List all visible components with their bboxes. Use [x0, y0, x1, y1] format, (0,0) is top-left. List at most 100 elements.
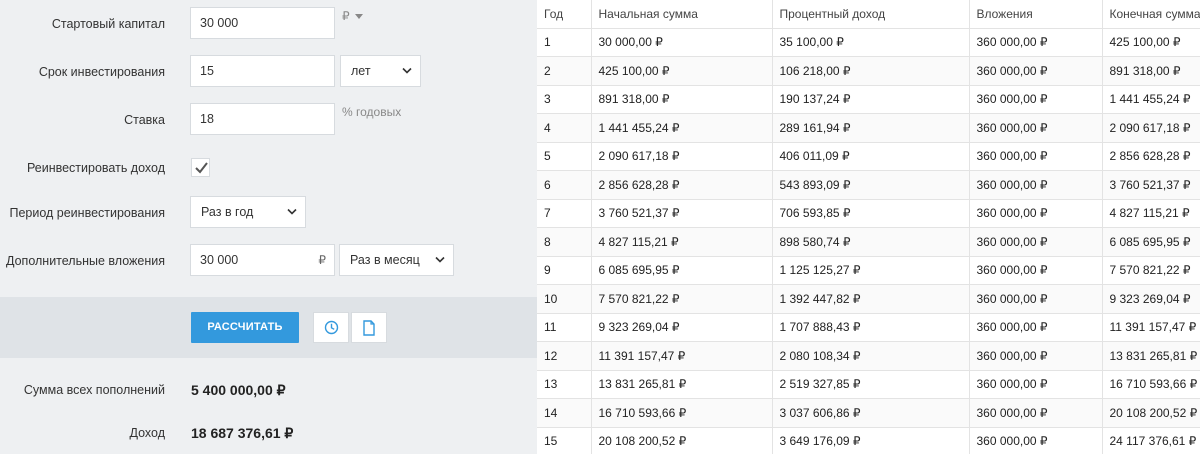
table-row: 12 11 391 157,47 ₽2 080 108,34 ₽360 000,0…: [537, 341, 1200, 371]
table-cell: 360 000,00 ₽: [969, 427, 1103, 454]
table-cell: 2 519 327,85 ₽: [772, 370, 970, 399]
table-cell: 13 831 265,81 ₽: [1102, 341, 1200, 371]
table-cell: 3 649 176,09 ₽: [772, 427, 970, 454]
additional-currency: ₽: [318, 253, 326, 267]
rate-row: Ставка 18 % годовых: [0, 103, 537, 137]
column-header: Процентный доход: [772, 0, 970, 29]
reinvest-period-select[interactable]: Раз в год: [190, 196, 306, 228]
history-button[interactable]: [313, 312, 349, 343]
currency-selector[interactable]: ₽: [342, 9, 363, 23]
column-header: Конечная сумма: [1102, 0, 1200, 29]
table-cell: 8: [537, 227, 592, 257]
additional-period-select[interactable]: Раз в месяц: [339, 244, 454, 276]
table-cell: 360 000,00 ₽: [969, 85, 1103, 114]
table-cell: 190 137,24 ₽: [772, 85, 970, 114]
caret-down-icon: [354, 13, 363, 19]
table-cell: 16 710 593,66 ₽: [1102, 370, 1200, 399]
table-cell: 1 441 455,24 ₽: [1102, 85, 1200, 114]
table-cell: 2 856 628,28 ₽: [591, 170, 773, 200]
table-cell: 7 570 821,22 ₽: [591, 284, 773, 314]
table-cell: 360 000,00 ₽: [969, 256, 1103, 285]
table-cell: 6 085 695,95 ₽: [1102, 227, 1200, 257]
document-button[interactable]: [351, 312, 387, 343]
additional-value: 30 000: [200, 253, 239, 267]
table-cell: 891 318,00 ₽: [1102, 56, 1200, 86]
table-cell: 425 100,00 ₽: [591, 56, 773, 86]
checkmark-icon: [195, 162, 208, 174]
reinvest-label: Реинвестировать доход: [26, 161, 165, 175]
table-row: 14 16 710 593,66 ₽3 037 606,86 ₽360 000,0…: [537, 398, 1200, 428]
table-row: 3 891 318,00 ₽190 137,24 ₽360 000,00 ₽1 4…: [537, 85, 1200, 114]
table-row: 13 13 831 265,81 ₽2 519 327,85 ₽360 000,0…: [537, 370, 1200, 399]
capital-input[interactable]: 30 000: [190, 7, 335, 39]
table-cell: 2 090 617,18 ₽: [1102, 113, 1200, 143]
calculate-button[interactable]: РАССЧИТАТЬ: [191, 312, 299, 343]
table-cell: 9 323 269,04 ₽: [591, 313, 773, 342]
table-cell: 3 760 521,37 ₽: [591, 199, 773, 228]
reinvest-checkbox[interactable]: [191, 158, 210, 177]
chevron-down-icon: [287, 208, 297, 215]
table-row: 96 085 695,95 ₽1 125 125,27 ₽360 000,00 …: [537, 256, 1200, 285]
additional-period-value: Раз в месяц: [350, 253, 420, 267]
term-label: Срок инвестирования: [38, 65, 165, 79]
table-cell: 3 037 606,86 ₽: [772, 398, 970, 428]
calculator-form-panel: Стартовый капитал 30 000 ₽ Срок инвестир…: [0, 0, 537, 454]
table-cell: 360 000,00 ₽: [969, 28, 1103, 57]
table-cell: 7 570 821,22 ₽: [1102, 256, 1200, 285]
reinvest-row: Реинвестировать доход: [0, 151, 537, 185]
table-cell: 9 323 269,04 ₽: [1102, 284, 1200, 314]
chevron-down-icon: [402, 67, 412, 74]
term-input[interactable]: 15: [190, 55, 335, 87]
table-row: 52 090 617,18 ₽406 011,09 ₽360 000,00 ₽2…: [537, 142, 1200, 171]
table-cell: 106 218,00 ₽: [772, 56, 970, 86]
table-cell: 891 318,00 ₽: [591, 85, 773, 114]
table-row: 1 30 000,00 ₽35 100,00 ₽360 000,00 ₽425 1…: [537, 28, 1200, 57]
table-cell: 2 856 628,28 ₽: [1102, 142, 1200, 171]
rate-unit-hint: % годовых: [342, 105, 402, 119]
table-cell: 898 580,74 ₽: [772, 227, 970, 257]
reinvest-period-row: Период реинвестирования Раз в год: [0, 196, 537, 230]
income-row: Доход 18 687 376,61 ₽: [0, 418, 537, 448]
table-row: 62 856 628,28 ₽543 893,09 ₽360 000,00 ₽3…: [537, 170, 1200, 200]
table-cell: 360 000,00 ₽: [969, 113, 1103, 143]
table-cell: 1: [537, 28, 592, 57]
rate-input[interactable]: 18: [190, 103, 335, 135]
results-panel: Год Начальная сумма Процентный доход Вло…: [537, 0, 1200, 454]
table-header-row: Год Начальная сумма Процентный доход Вло…: [537, 0, 1200, 29]
table-cell: 360 000,00 ₽: [969, 284, 1103, 314]
term-unit-select[interactable]: лет: [340, 55, 421, 87]
additional-label: Дополнительные вложения: [6, 254, 165, 268]
table-cell: 1 125 125,27 ₽: [772, 256, 970, 285]
table-cell: 3: [537, 85, 592, 114]
table-cell: 11: [537, 313, 592, 342]
table-cell: 289 161,94 ₽: [772, 113, 970, 143]
table-cell: 5: [537, 142, 592, 171]
table-cell: 6: [537, 170, 592, 200]
table-cell: 11 391 157,47 ₽: [1102, 313, 1200, 342]
table-cell: 1 707 888,43 ₽: [772, 313, 970, 342]
total-deposits-row: Сумма всех пополнений 5 400 000,00 ₽: [0, 375, 537, 405]
table-cell: 360 000,00 ₽: [969, 56, 1103, 86]
table-cell: 406 011,09 ₽: [772, 142, 970, 171]
reinvest-period-value: Раз в год: [201, 205, 254, 219]
table-cell: 360 000,00 ₽: [969, 199, 1103, 228]
action-bar: РАССЧИТАТЬ: [0, 297, 537, 358]
table-cell: 2 080 108,34 ₽: [772, 341, 970, 371]
table-cell: 12: [537, 341, 592, 371]
term-row: Срок инвестирования 15 лет: [0, 55, 537, 89]
table-cell: 360 000,00 ₽: [969, 398, 1103, 428]
column-header: Вложения: [969, 0, 1103, 29]
table-cell: 4: [537, 113, 592, 143]
document-icon: [363, 320, 375, 336]
table-cell: 20 108 200,52 ₽: [591, 427, 773, 454]
table-cell: 2 090 617,18 ₽: [591, 142, 773, 171]
table-cell: 360 000,00 ₽: [969, 142, 1103, 171]
clock-icon: [324, 320, 339, 335]
chevron-down-icon: [435, 256, 445, 263]
table-cell: 30 000,00 ₽: [591, 28, 773, 57]
table-row: 73 760 521,37 ₽706 593,85 ₽360 000,00 ₽4…: [537, 199, 1200, 228]
table-cell: 4 827 115,21 ₽: [591, 227, 773, 257]
table-row: 84 827 115,21 ₽898 580,74 ₽360 000,00 ₽6…: [537, 227, 1200, 257]
column-header: Год: [537, 0, 592, 29]
additional-input[interactable]: 30 000 ₽: [190, 244, 335, 276]
